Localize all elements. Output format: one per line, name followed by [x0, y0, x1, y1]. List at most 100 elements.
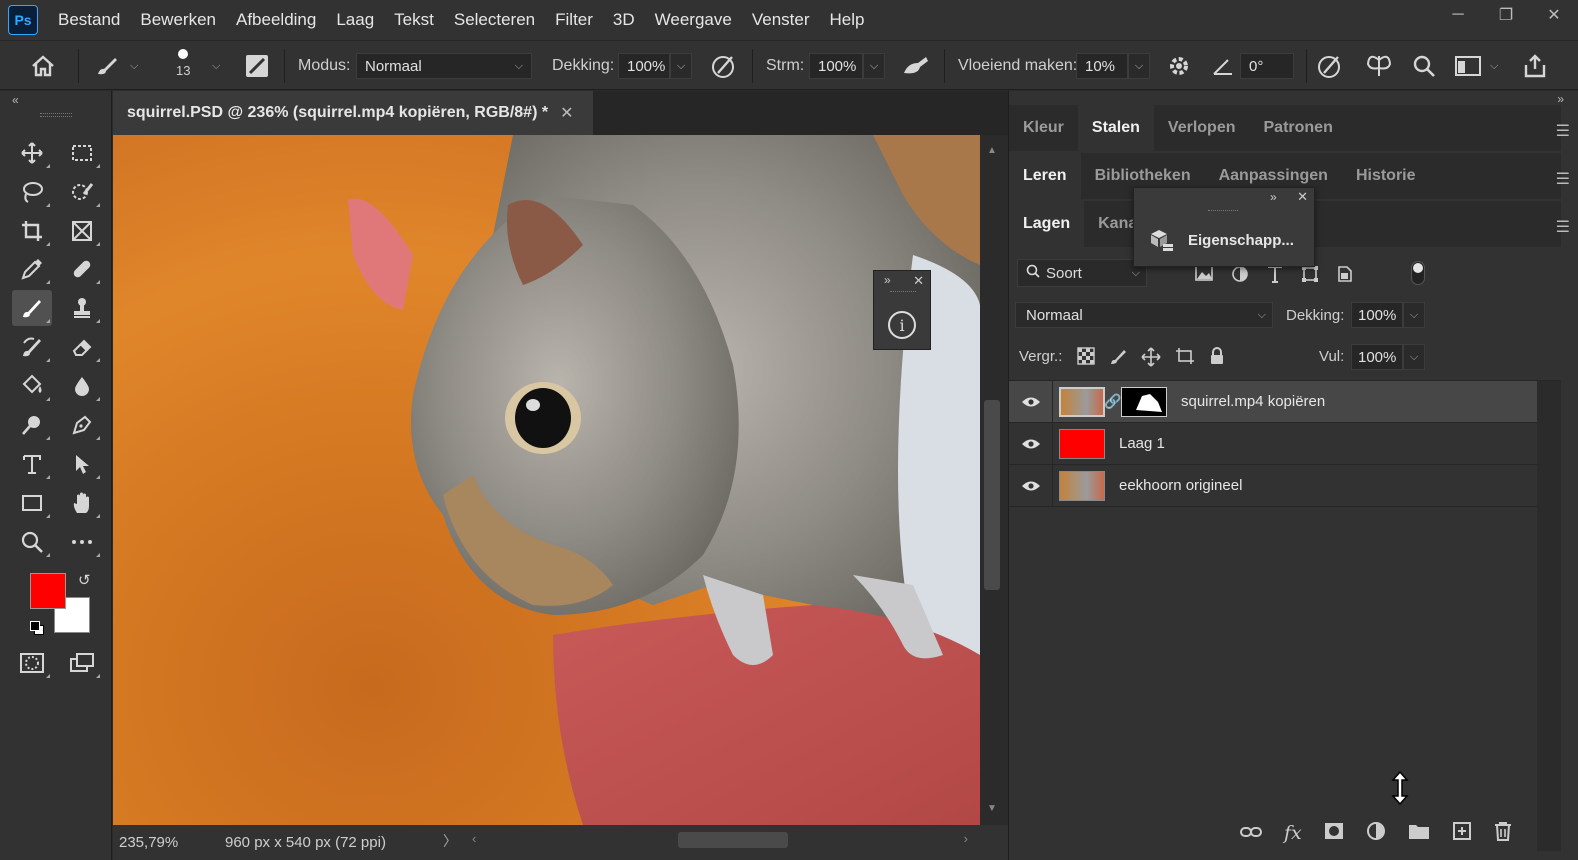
default-colors-icon[interactable] — [30, 621, 44, 635]
layer-row[interactable]: Laag 1 — [1009, 422, 1537, 465]
hand-tool-icon[interactable] — [62, 485, 102, 521]
home-icon[interactable] — [30, 41, 56, 91]
pressure-size-icon[interactable] — [1316, 41, 1344, 91]
panel-menu-icon[interactable]: ☰ — [1556, 169, 1570, 189]
tab-patronen[interactable]: Patronen — [1250, 105, 1347, 151]
eraser-icon[interactable] — [62, 329, 102, 365]
tab-leren[interactable]: Leren — [1009, 153, 1081, 199]
layer-thumbnail[interactable] — [1059, 386, 1105, 417]
strm-field[interactable]: 100% ⌵ — [809, 41, 885, 91]
expand-icon[interactable]: » — [1270, 190, 1277, 204]
layer-thumbnail[interactable] — [1059, 470, 1105, 501]
gear-icon[interactable] — [1166, 41, 1192, 91]
maximize-button[interactable]: ❐ — [1482, 0, 1530, 30]
close-icon[interactable]: ✕ — [1297, 189, 1308, 205]
layer-row[interactable]: eekhoorn origineel — [1009, 464, 1537, 507]
foreground-color-swatch[interactable] — [30, 573, 66, 609]
menu-laag[interactable]: Laag — [326, 0, 384, 40]
grip-icon[interactable] — [1208, 210, 1238, 212]
new-layer-icon[interactable] — [1452, 821, 1472, 846]
menu-weergave[interactable]: Weergave — [645, 0, 742, 40]
horizontal-scrollbar[interactable]: ‹ › — [468, 829, 968, 851]
angle-field[interactable]: 0° — [1240, 41, 1294, 91]
link-layers-icon[interactable] — [1240, 823, 1262, 844]
menu-bewerken[interactable]: Bewerken — [130, 0, 226, 40]
visibility-eye-icon[interactable] — [1009, 422, 1053, 465]
visibility-eye-icon[interactable] — [1009, 380, 1053, 423]
horizontal-scroll-thumb[interactable] — [678, 832, 788, 848]
paint-bucket-icon[interactable] — [12, 368, 52, 404]
adjustment-layer-icon[interactable] — [1366, 821, 1386, 846]
chevron-down-icon[interactable]: ⌵ — [670, 53, 692, 79]
tab-kleur[interactable]: Kleur — [1009, 105, 1078, 151]
collapse-panels-icon[interactable]: » — [1557, 92, 1564, 106]
layer-row[interactable]: 🔗 squirrel.mp4 kopiëren — [1009, 380, 1537, 423]
rectangular-marquee-icon[interactable] — [62, 135, 102, 171]
chevron-down-icon[interactable]: ⌵ — [1128, 53, 1150, 79]
path-selection-icon[interactable] — [62, 446, 102, 482]
filter-shape-icon[interactable] — [1301, 265, 1319, 287]
angle-value[interactable]: 0° — [1240, 53, 1294, 79]
panel-menu-icon[interactable]: ☰ — [1556, 121, 1570, 141]
layer-opacity-field[interactable]: 100% — [1351, 302, 1403, 328]
search-icon[interactable] — [1412, 41, 1436, 91]
airbrush-icon[interactable] — [900, 41, 932, 91]
layer-filter-select[interactable]: Soort ⌵ — [1017, 259, 1147, 287]
scroll-right-icon[interactable]: › — [964, 831, 968, 846]
properties-icon[interactable] — [1148, 226, 1174, 256]
filter-type-icon[interactable] — [1267, 265, 1283, 287]
scroll-left-icon[interactable]: ‹ — [472, 831, 476, 846]
panel-menu-icon[interactable]: ☰ — [1556, 217, 1570, 237]
swap-colors-icon[interactable]: ↺ — [78, 571, 91, 589]
symmetry-icon[interactable] — [1364, 41, 1394, 91]
lock-transparent-icon[interactable] — [1077, 347, 1095, 371]
brush-preset-icon[interactable]: ⌵ — [94, 41, 138, 91]
strm-value[interactable]: 100% — [809, 53, 863, 79]
crop-tool-icon[interactable] — [12, 213, 52, 249]
zoom-tool-icon[interactable] — [12, 524, 52, 560]
layer-thumbnail[interactable] — [1059, 428, 1105, 459]
scroll-down-icon[interactable]: ▼ — [987, 803, 997, 814]
filter-adjustment-icon[interactable] — [1231, 265, 1249, 287]
layer-style-fx-icon[interactable]: fx — [1284, 822, 1302, 844]
frame-tool-icon[interactable] — [62, 213, 102, 249]
quick-mask-icon[interactable] — [12, 645, 52, 681]
rectangle-tool-icon[interactable] — [12, 485, 52, 521]
lock-artboard-icon[interactable] — [1175, 347, 1195, 371]
filter-pixel-icon[interactable] — [1195, 265, 1213, 287]
filter-smart-object-icon[interactable] — [1337, 265, 1353, 287]
vertical-scrollbar[interactable]: ▲ ▼ — [980, 135, 1006, 825]
minimize-button[interactable]: ─ — [1434, 0, 1482, 30]
more-tools-icon[interactable] — [62, 524, 102, 560]
tab-historie[interactable]: Historie — [1342, 153, 1430, 199]
type-tool-icon[interactable] — [12, 446, 52, 482]
menu-tekst[interactable]: Tekst — [384, 0, 444, 40]
pen-tool-icon[interactable] — [62, 407, 102, 443]
modus-select[interactable]: Normaal ⌵ — [356, 41, 532, 91]
menu-3d[interactable]: 3D — [603, 0, 645, 40]
vertical-scroll-thumb[interactable] — [984, 400, 1000, 590]
grip-icon[interactable] — [890, 291, 916, 293]
chevron-down-icon[interactable]: ⌵ — [1403, 302, 1425, 328]
menu-filter[interactable]: Filter — [545, 0, 603, 40]
visibility-eye-icon[interactable] — [1009, 464, 1053, 507]
tab-stalen[interactable]: Stalen — [1077, 105, 1154, 151]
dekking-value[interactable]: 100% — [618, 53, 670, 79]
chevron-right-icon[interactable]: 〉 — [443, 831, 457, 851]
chevron-down-icon[interactable]: ⌵ — [212, 41, 220, 91]
layer-mask-thumbnail[interactable] — [1121, 386, 1167, 417]
quick-selection-icon[interactable] — [62, 174, 102, 210]
menu-afbeelding[interactable]: Afbeelding — [226, 0, 326, 40]
brush-tool-icon[interactable] — [12, 290, 52, 326]
menu-bestand[interactable]: Bestand — [48, 0, 130, 40]
eyedropper-icon[interactable] — [12, 251, 52, 287]
move-tool-icon[interactable] — [12, 135, 52, 171]
zoom-level[interactable]: 235,79% — [113, 834, 185, 851]
lock-pixels-icon[interactable] — [1109, 347, 1127, 371]
document-tab[interactable]: squirrel.PSD @ 236% (squirrel.mp4 kopiër… — [113, 91, 593, 135]
layer-name[interactable]: eekhoorn origineel — [1119, 477, 1242, 494]
share-icon[interactable] — [1522, 41, 1548, 91]
chevron-down-icon[interactable]: ⌵ — [863, 53, 885, 79]
close-icon[interactable]: ✕ — [913, 273, 924, 289]
close-button[interactable]: ✕ — [1530, 0, 1578, 30]
